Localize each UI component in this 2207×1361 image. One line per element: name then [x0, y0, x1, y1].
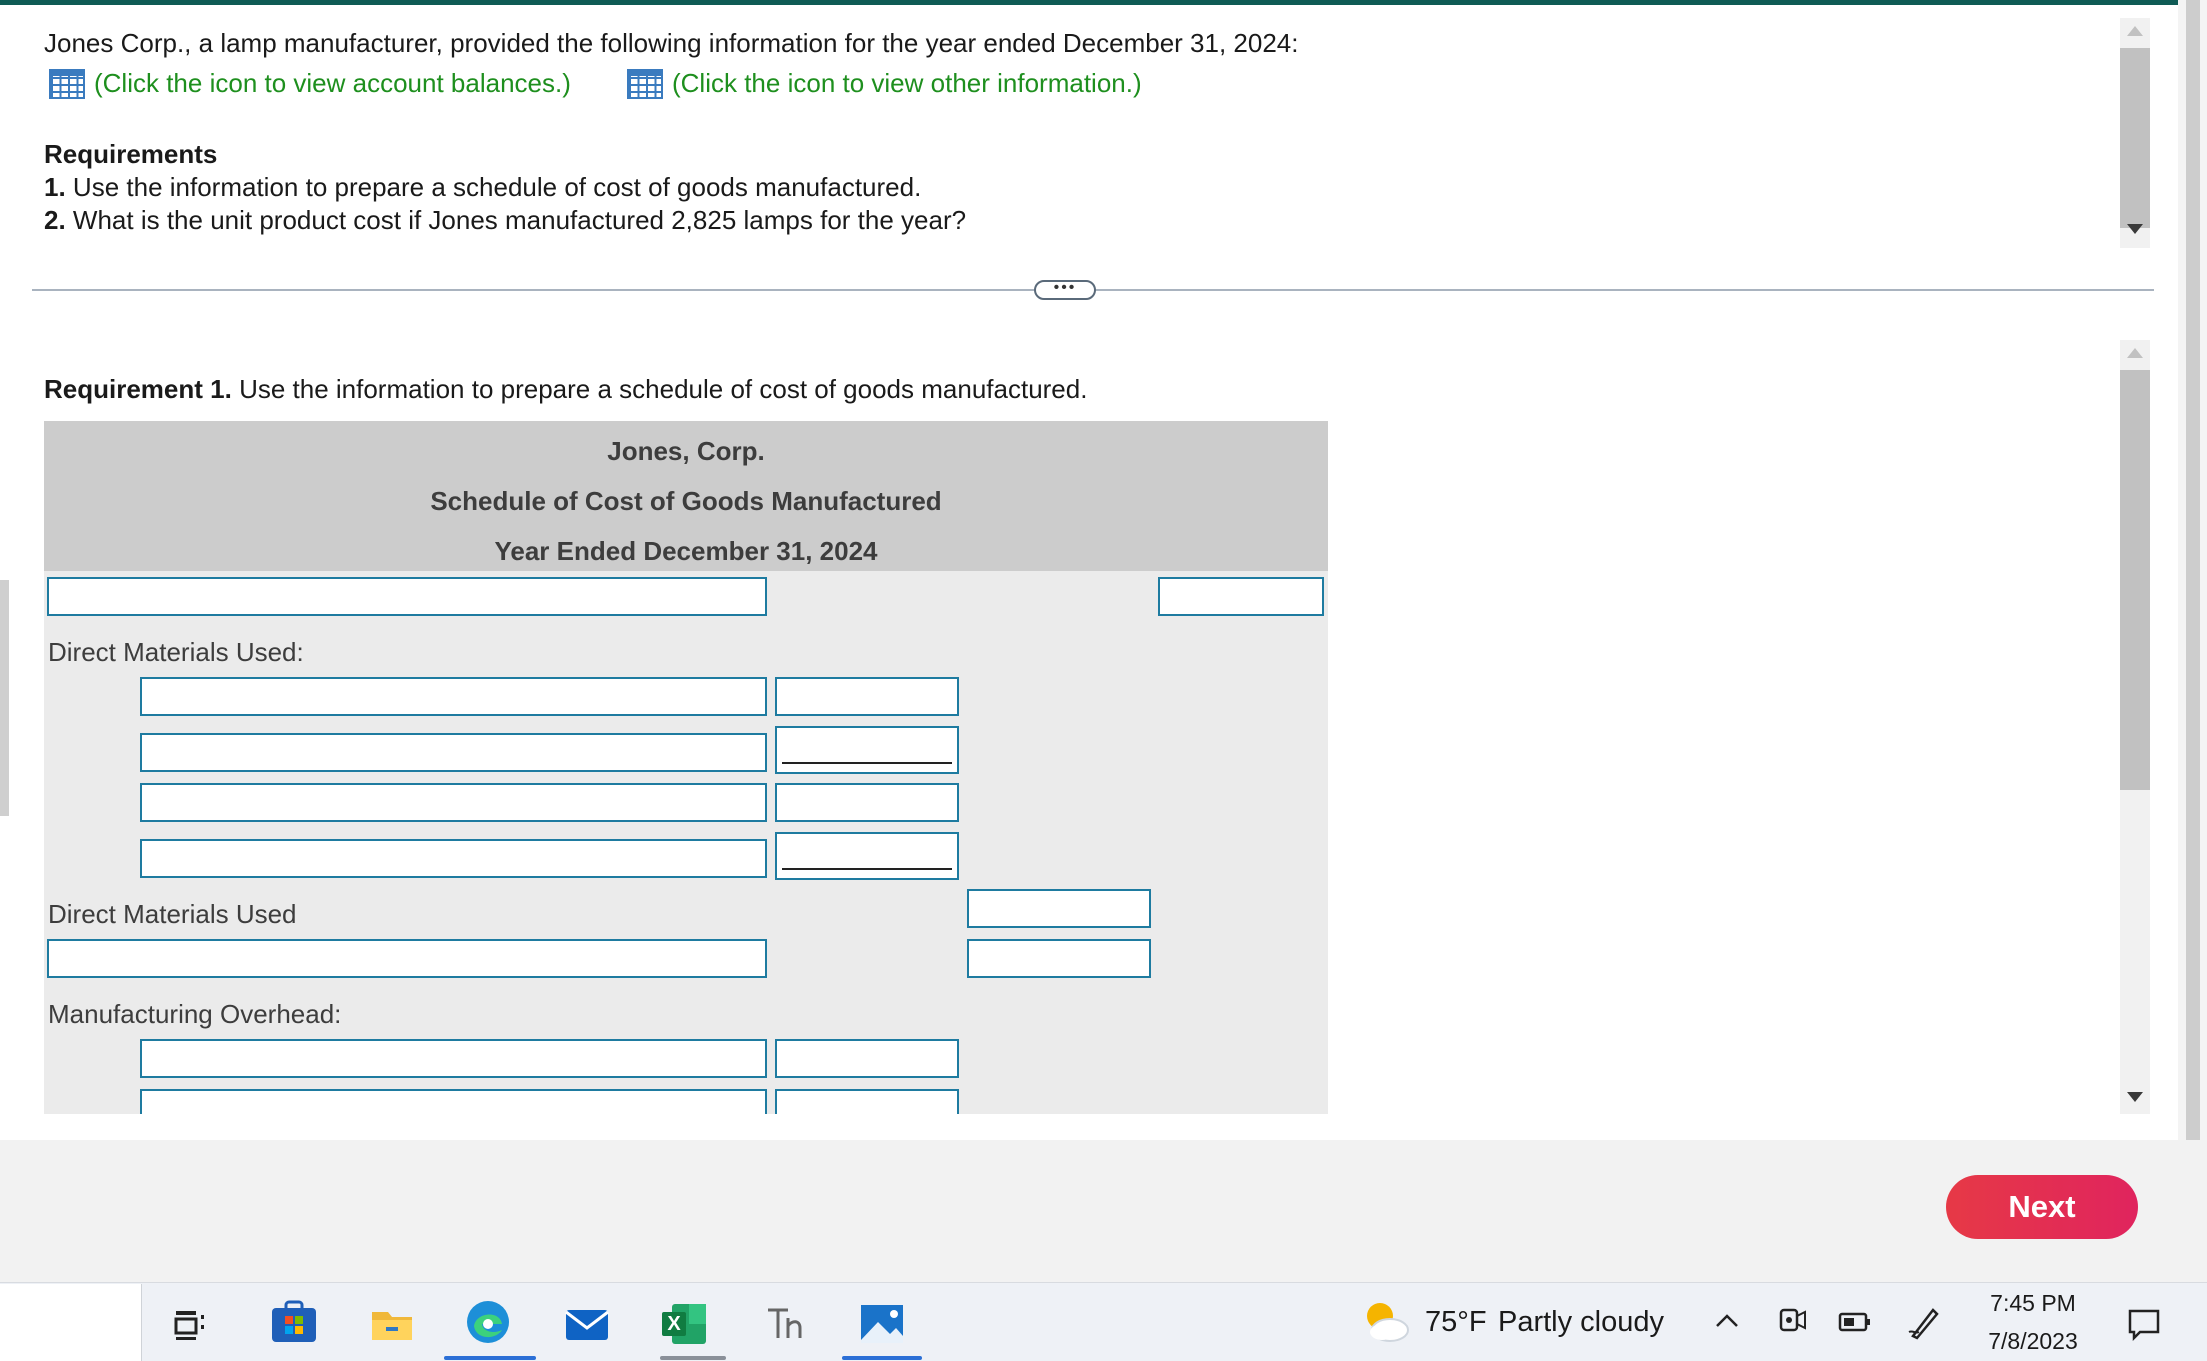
- requirement-1-label: Requirement 1.: [44, 374, 232, 404]
- pen-workspace-icon[interactable]: [1905, 1302, 1943, 1342]
- schedule-period: Year Ended December 31, 2024: [494, 536, 878, 566]
- requirements-heading: Requirements: [44, 139, 218, 169]
- dm-amount-input-subtotal[interactable]: [775, 832, 959, 880]
- overhead-line-input[interactable]: [140, 1039, 767, 1078]
- edge-browser-icon[interactable]: [464, 1298, 512, 1346]
- requirement-1-text: Use the information to prepare a schedul…: [239, 374, 1088, 404]
- excel-letter: X: [667, 1313, 681, 1335]
- overhead-line-input[interactable]: [140, 1089, 767, 1114]
- dm-amount-input[interactable]: [775, 783, 959, 822]
- line-item-input[interactable]: [47, 939, 767, 978]
- dm-used-total-input[interactable]: [967, 889, 1151, 928]
- dm-line-input[interactable]: [140, 839, 767, 878]
- question-footer: [0, 1140, 2207, 1282]
- file-explorer-icon[interactable]: [368, 1300, 416, 1348]
- active-app-indicator: [842, 1356, 922, 1360]
- partly-cloudy-icon[interactable]: [1360, 1296, 1412, 1346]
- requirement-item-1: 1. Use the information to prepare a sche…: [44, 172, 921, 203]
- dm-line-input[interactable]: [140, 677, 767, 716]
- clock-time[interactable]: 7:45 PM: [1978, 1290, 2088, 1317]
- dm-amount-input-subtotal[interactable]: [775, 726, 959, 774]
- schedule-company: Jones, Corp.: [607, 436, 765, 466]
- scrollbar-thumb[interactable]: [2120, 370, 2150, 790]
- dm-line-input[interactable]: [140, 733, 767, 772]
- overhead-amount-input[interactable]: [775, 1039, 959, 1078]
- weather-temperature[interactable]: 75°F: [1425, 1306, 1487, 1339]
- scroll-down-arrow-icon[interactable]: [2127, 224, 2143, 234]
- photos-icon[interactable]: [858, 1300, 906, 1348]
- chevron-up-icon[interactable]: [1712, 1306, 1742, 1336]
- typography-app-icon[interactable]: [760, 1300, 808, 1348]
- cogm-schedule: Jones, Corp. Schedule of Cost of Goods M…: [44, 421, 1328, 1114]
- next-button[interactable]: Next: [1946, 1175, 2138, 1239]
- scroll-up-arrow-icon[interactable]: [2127, 348, 2143, 358]
- intro-text: Jones Corp., a lamp manufacturer, provid…: [44, 28, 1299, 58]
- dm-used-header: Direct Materials Used:: [48, 637, 304, 667]
- top-accent-bar: [0, 0, 2207, 5]
- task-view-icon[interactable]: [170, 1305, 210, 1345]
- resize-handle-dots[interactable]: •••: [1034, 280, 1096, 300]
- meet-now-icon[interactable]: [1775, 1302, 1809, 1340]
- excel-icon[interactable]: X: [660, 1300, 708, 1348]
- notifications-icon[interactable]: [2126, 1306, 2162, 1342]
- requirement-item-2: 2. What is the unit product cost if Jone…: [44, 205, 966, 236]
- microsoft-store-icon[interactable]: [270, 1298, 318, 1346]
- top-panel-scrollbar[interactable]: [2120, 18, 2150, 248]
- mail-icon[interactable]: [563, 1300, 611, 1348]
- table-icon-balances[interactable]: [49, 69, 85, 99]
- dm-line-input[interactable]: [140, 783, 767, 822]
- overhead-amount-input[interactable]: [775, 1089, 959, 1114]
- app-running-indicator: [660, 1356, 726, 1360]
- amount-input-total[interactable]: [1158, 577, 1324, 616]
- amount-input[interactable]: [967, 939, 1151, 978]
- requirement-1-prompt: Requirement 1. Use the information to pr…: [44, 374, 1087, 405]
- left-edge-tab: [0, 580, 9, 816]
- weather-description[interactable]: Partly cloudy: [1498, 1306, 1664, 1339]
- line-item-input[interactable]: [47, 577, 767, 616]
- link-other-information[interactable]: (Click the icon to view other informatio…: [672, 68, 1142, 99]
- requirement-number: 2.: [44, 205, 66, 235]
- dm-amount-input[interactable]: [775, 677, 959, 716]
- requirement-number: 1.: [44, 172, 66, 202]
- page-scrollbar-thumb[interactable]: [2186, 0, 2200, 1250]
- battery-icon[interactable]: [1838, 1310, 1872, 1334]
- clock-date[interactable]: 7/8/2023: [1978, 1328, 2088, 1355]
- schedule-header: Jones, Corp. Schedule of Cost of Goods M…: [44, 421, 1328, 571]
- requirement-text: What is the unit product cost if Jones m…: [72, 205, 967, 235]
- scroll-up-arrow-icon[interactable]: [2127, 26, 2143, 36]
- dm-used-total-label: Direct Materials Used: [48, 899, 297, 929]
- taskbar-search-box[interactable]: [0, 1284, 142, 1361]
- scroll-down-arrow-icon[interactable]: [2127, 1092, 2143, 1102]
- scrollbar-thumb[interactable]: [2120, 48, 2150, 228]
- link-account-balances[interactable]: (Click the icon to view account balances…: [94, 68, 571, 99]
- requirement-text: Use the information to prepare a schedul…: [72, 172, 922, 202]
- schedule-title: Schedule of Cost of Goods Manufactured: [430, 486, 942, 516]
- active-app-indicator: [444, 1356, 536, 1360]
- table-icon-other-info[interactable]: [627, 69, 663, 99]
- taskbar: [0, 1282, 2207, 1361]
- bottom-panel-scrollbar[interactable]: [2120, 340, 2150, 1114]
- mfg-overhead-header: Manufacturing Overhead:: [48, 999, 342, 1029]
